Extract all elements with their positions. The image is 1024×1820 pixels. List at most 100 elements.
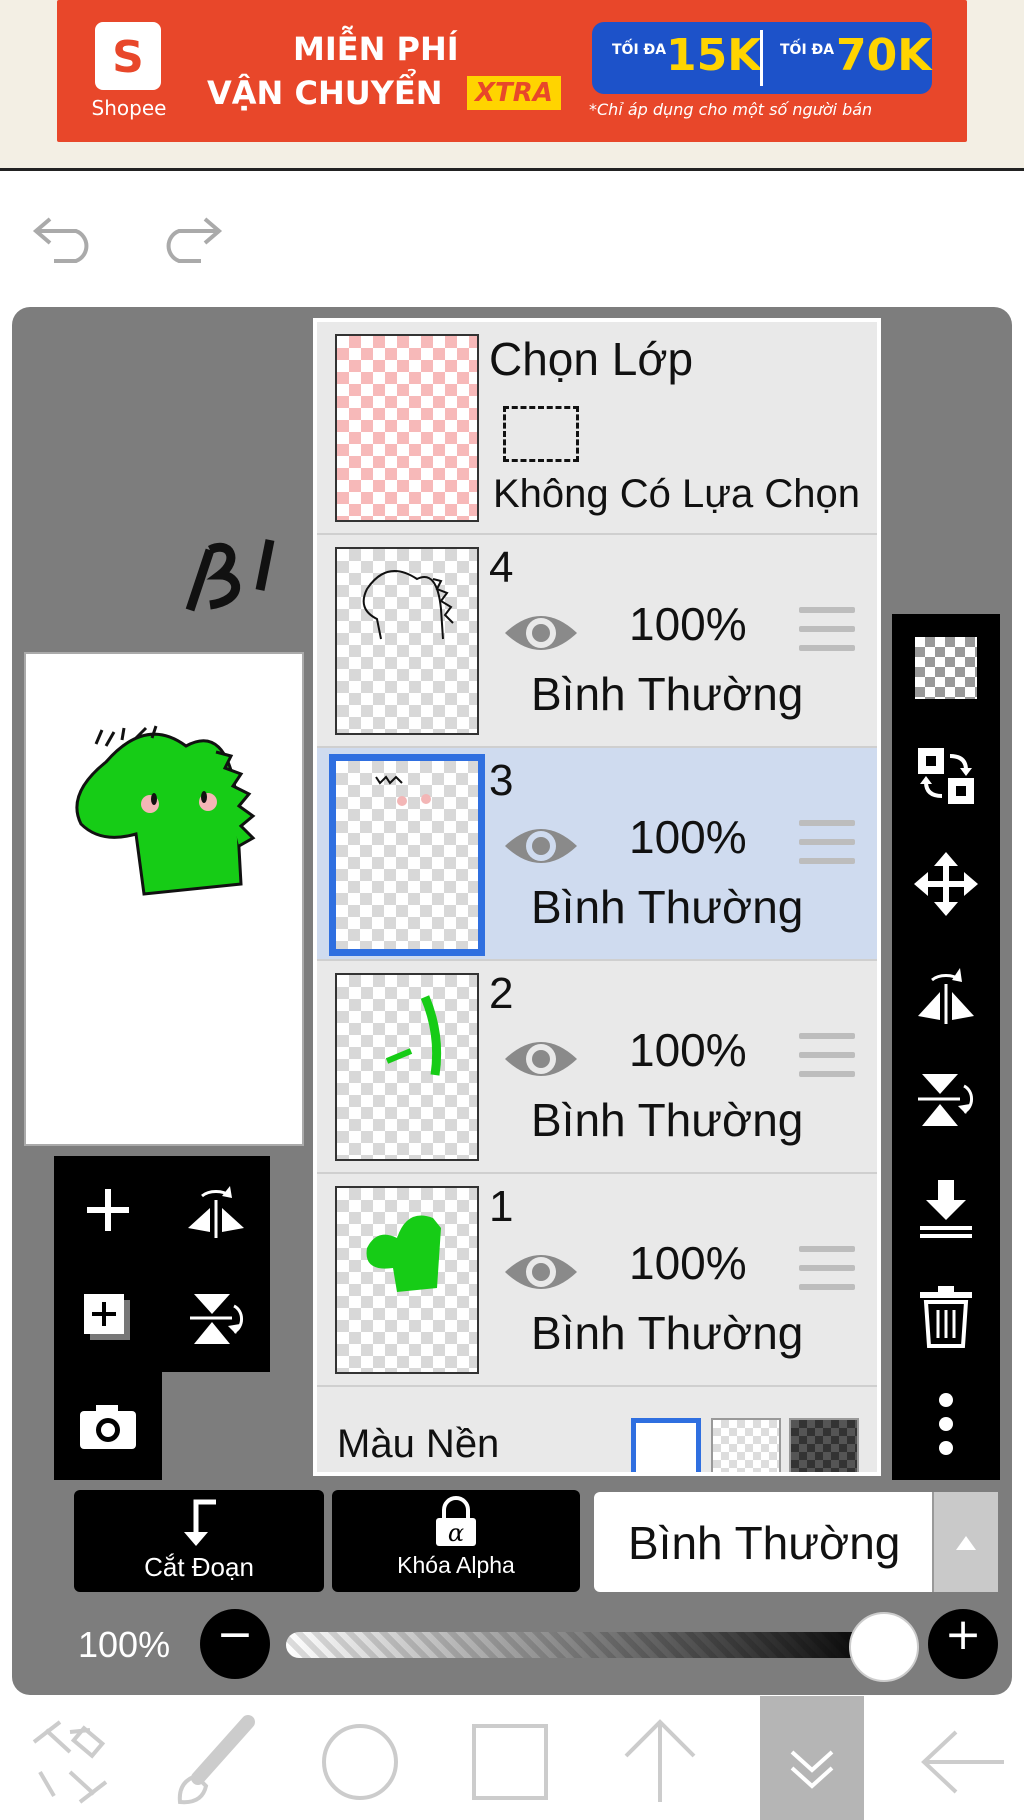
chevron-down-icon[interactable]: [762, 1712, 862, 1812]
voucher-2-label: TỐI ĐA: [780, 42, 835, 58]
voucher-1-value: 15K: [666, 30, 762, 81]
selection-subtitle: Không Có Lựa Chọn: [493, 472, 861, 516]
drag-handle-icon[interactable]: [799, 607, 855, 653]
eye-icon[interactable]: [503, 605, 579, 661]
layer-row-2[interactable]: 2 100% Bình Thường: [317, 961, 877, 1174]
ad-xtra: XTRA: [467, 76, 561, 110]
triangle-up-icon: [956, 1536, 976, 1550]
layer-row-3[interactable]: 3 100% Bình Thường: [317, 748, 877, 961]
undo-icon[interactable]: [30, 205, 100, 265]
layer-3-sketch: [375, 775, 431, 806]
ad-banner[interactable]: S Shopee MIỄN PHÍ VẬN CHUYỂN XTRA TỐI ĐA…: [57, 0, 967, 142]
add-layer-icon: [84, 1294, 130, 1340]
ad-note: *Chỉ áp dụng cho một số người bán: [589, 100, 873, 119]
selection-thumbnail: [335, 334, 479, 522]
transform-button[interactable]: [892, 722, 1000, 830]
dinosaur-drawing: [75, 725, 256, 896]
background-color-label: Màu Nền: [337, 1422, 500, 1466]
arrow-back-icon[interactable]: [912, 1712, 1012, 1812]
opacity-increase-button[interactable]: +: [928, 1609, 998, 1679]
background-white-swatch[interactable]: [631, 1418, 701, 1472]
transparency-icon: [915, 637, 977, 699]
left-toolbar: [54, 1156, 270, 1480]
layer-thumbnail: [329, 754, 485, 956]
blend-mode-dropdown[interactable]: [932, 1492, 998, 1592]
layer-opacity: 100%: [629, 598, 747, 650]
more-options-button[interactable]: [892, 1370, 1000, 1478]
selection-layer-row[interactable]: Chọn Lớp Không Có Lựa Chọn: [317, 322, 877, 535]
flip-horizontal-icon: [188, 1186, 244, 1238]
clipping-label: Cắt Đoạn: [144, 1552, 254, 1582]
selection-tool-icon[interactable]: [20, 1712, 120, 1812]
flip-vertical-icon: [190, 1294, 243, 1344]
merge-down-button[interactable]: [892, 1154, 1000, 1262]
alpha-lock-label: Khóa Alpha: [397, 1552, 515, 1578]
opacity-slider-knob[interactable]: [849, 1612, 919, 1682]
add-copy-layer-button[interactable]: [54, 1264, 162, 1372]
layer-blend-mode: Bình Thường: [531, 1307, 804, 1359]
circle-icon[interactable]: [310, 1712, 410, 1812]
redo-icon[interactable]: [155, 205, 225, 265]
background-color-row: Màu Nền: [317, 1392, 877, 1472]
background-transparent-swatch[interactable]: [711, 1418, 781, 1472]
ad-headline-2: VẬN CHUYỂN: [207, 74, 443, 112]
arrow-up-icon[interactable]: [610, 1712, 710, 1812]
layer-number: 4: [489, 543, 514, 592]
opacity-decrease-button[interactable]: −: [200, 1609, 270, 1679]
eye-icon[interactable]: [503, 818, 579, 874]
right-toolbar: [892, 614, 1000, 1480]
background-dark-swatch[interactable]: [789, 1418, 859, 1472]
square-icon[interactable]: [460, 1712, 560, 1812]
ad-voucher: TỐI ĐA 15K TỐI ĐA 70K: [592, 22, 932, 94]
flip-vertical-icon: [918, 1074, 973, 1126]
layer-list[interactable]: Chọn Lớp Không Có Lựa Chọn 4 100% Bình T…: [313, 318, 881, 1476]
drag-handle-icon[interactable]: [799, 820, 855, 866]
brush-icon[interactable]: [168, 1712, 268, 1812]
layer-number: 2: [489, 969, 514, 1018]
clipping-button[interactable]: Cắt Đoạn: [74, 1490, 324, 1592]
camera-button[interactable]: [54, 1372, 162, 1480]
eye-icon[interactable]: [503, 1244, 579, 1300]
lock-icon: α: [436, 1496, 476, 1547]
layer-thumbnail: [335, 547, 479, 735]
layer-row-1[interactable]: 1 100% Bình Thường: [317, 1174, 877, 1387]
eye-icon[interactable]: [503, 1031, 579, 1087]
layer-thumbnail: [335, 1186, 479, 1374]
voucher-2-value: 70K: [836, 30, 932, 81]
layer-opacity: 100%: [629, 1237, 747, 1289]
add-layer-button[interactable]: [54, 1156, 162, 1264]
layer-2-sketch: [385, 995, 442, 1076]
transparency-button[interactable]: [892, 614, 1000, 722]
layer-blend-mode: Bình Thường: [531, 668, 804, 720]
camera-icon: [80, 1405, 136, 1449]
clipping-icon: [184, 1499, 216, 1546]
move-icon: [914, 852, 978, 916]
move-button[interactable]: [892, 830, 1000, 938]
layer-blend-mode: Bình Thường: [531, 1094, 804, 1146]
transform-icon: [918, 748, 974, 804]
blend-mode-select[interactable]: Bình Thường: [594, 1492, 998, 1592]
alpha-lock-button[interactable]: α Khóa Alpha: [332, 1490, 580, 1592]
flip-horizontal-button[interactable]: [892, 938, 1000, 1046]
flip-horizontal-icon: [918, 968, 974, 1024]
layer-1-sketch: [366, 1215, 441, 1292]
layer-number: 3: [489, 756, 514, 805]
flip-horizontal-button[interactable]: [162, 1156, 270, 1264]
voucher-divider: [760, 30, 763, 86]
layer-blend-mode: Bình Thường: [531, 881, 804, 933]
ad-headline-1: MIỄN PHÍ: [293, 30, 459, 68]
canvas-preview[interactable]: [24, 652, 304, 1146]
delete-layer-button[interactable]: [892, 1262, 1000, 1370]
layer-opacity: 100%: [629, 1024, 747, 1076]
layer-row-4[interactable]: 4 100% Bình Thường: [317, 535, 877, 748]
canvas-sketch: [185, 539, 275, 612]
opacity-slider-track[interactable]: [286, 1632, 886, 1658]
flip-vertical-button[interactable]: [162, 1264, 270, 1372]
more-icon: [939, 1393, 953, 1455]
ad-bar: S Shopee MIỄN PHÍ VẬN CHUYỂN XTRA TỐI ĐA…: [0, 0, 1024, 171]
drag-handle-icon[interactable]: [799, 1246, 855, 1292]
layer-4-sketch: [362, 570, 454, 640]
flip-vertical-button[interactable]: [892, 1046, 1000, 1154]
ad-brand: Shopee: [91, 96, 167, 120]
drag-handle-icon[interactable]: [799, 1033, 855, 1079]
